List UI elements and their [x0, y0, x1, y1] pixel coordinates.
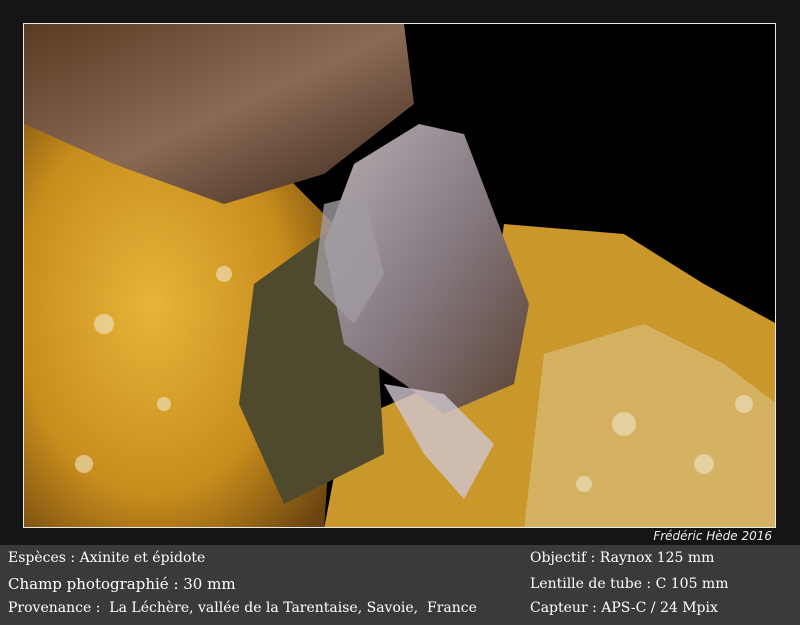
caption-objective: Objectif : Raynox 125 mm — [530, 550, 715, 566]
caption-tube-lens: Lentille de tube : C 105 mm — [530, 576, 729, 592]
caption-provenance: Provenance : La Léchère, vallée de la Ta… — [8, 600, 477, 616]
caption-species: Espèces : Axinite et épidote — [8, 550, 206, 566]
caption-sensor: Capteur : APS-C / 24 Mpix — [530, 600, 718, 616]
caption-field: Champ photographié : 30 mm — [8, 575, 236, 593]
mineral-photo — [23, 23, 776, 528]
photo-credit: Frédéric Hède 2016 — [653, 529, 772, 543]
